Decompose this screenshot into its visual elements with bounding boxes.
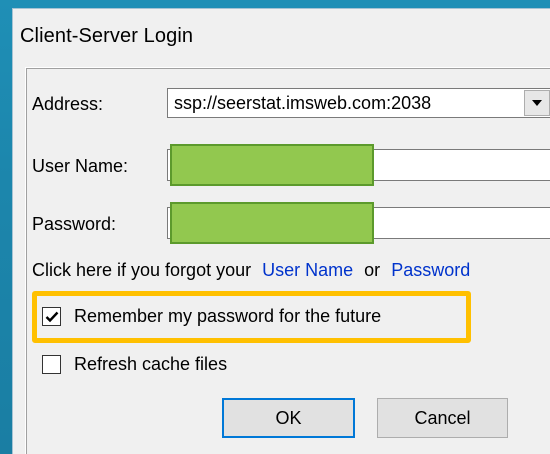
remember-password-label: Remember my password for the future [74,306,382,326]
dialog-content: Address: ssp://seerstat.imsweb.com:2038 … [25,67,550,454]
ok-button[interactable]: OK [222,398,355,438]
address-combobox[interactable]: ssp://seerstat.imsweb.com:2038 [167,88,550,118]
password-redaction [170,202,374,244]
forgot-credentials-text: Click here if you forgot your User Name … [32,260,470,281]
remember-password-checkbox[interactable] [42,307,61,326]
dialog-title: Client-Server Login [20,25,194,47]
login-dialog: Client-Server Login Address: ssp://seers… [12,8,550,454]
check-icon [45,311,58,322]
address-dropdown-button[interactable] [524,90,550,116]
forgot-prefix: Click here if you forgot your [32,260,252,280]
refresh-cache-option[interactable]: Refresh cache files [42,354,227,375]
password-input[interactable] [167,202,550,244]
forgot-or: or [364,260,381,280]
chevron-down-icon [532,100,542,106]
username-input[interactable] [167,144,550,186]
username-redaction [170,144,374,186]
forgot-password-link[interactable]: Password [391,260,470,280]
username-label: User Name: [32,156,129,176]
refresh-cache-checkbox[interactable] [42,355,61,374]
remember-password-option[interactable]: Remember my password for the future [42,306,381,327]
address-label: Address: [32,94,104,114]
address-value: ssp://seerstat.imsweb.com:2038 [174,93,432,113]
password-label: Password: [32,214,117,234]
cancel-button[interactable]: Cancel [377,398,508,438]
refresh-cache-label: Refresh cache files [74,354,228,374]
forgot-username-link[interactable]: User Name [262,260,353,280]
